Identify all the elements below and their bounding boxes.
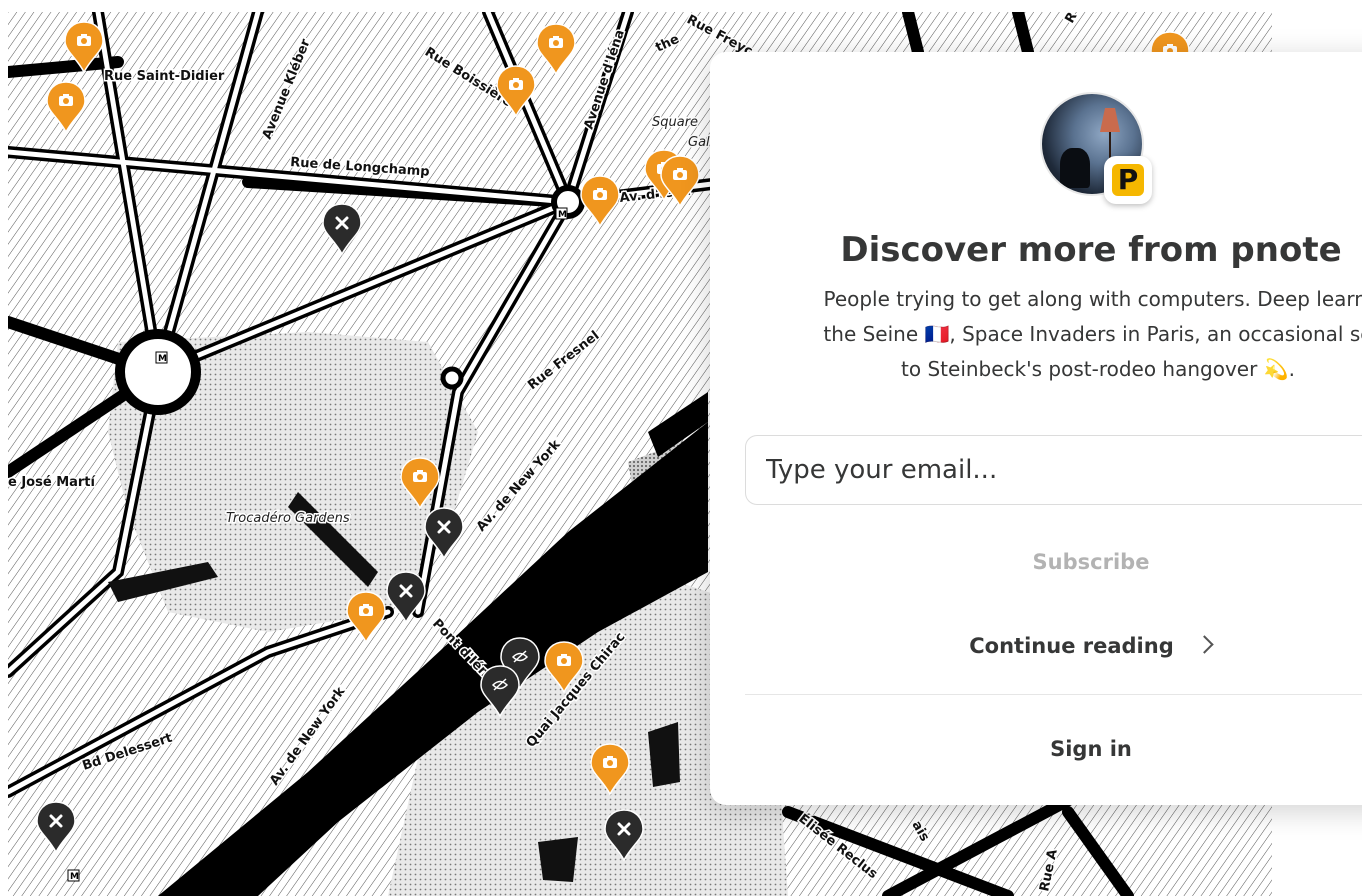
- metro-badge: M: [67, 869, 80, 882]
- description-line: the Seine 🇫🇷, Space Invaders in Paris, a…: [823, 322, 1362, 346]
- pond-shape: [648, 722, 680, 787]
- street-label: Rue Saint-Didier: [104, 69, 225, 84]
- street-label: e José Martí: [8, 475, 97, 490]
- description-line: to Steinbeck's post-rodeo hangover 💫.: [901, 357, 1295, 381]
- divider: [745, 694, 1362, 695]
- publication-logo: P: [1040, 92, 1152, 204]
- sign-in-button[interactable]: Sign in: [970, 727, 1212, 771]
- svg-text:M: M: [70, 872, 79, 882]
- pond-shape-2: [538, 837, 578, 882]
- subscribe-modal: P Discover more from pnote People trying…: [710, 52, 1362, 805]
- street-label: Gal: [688, 135, 710, 150]
- continue-reading-button[interactable]: Continue reading: [930, 624, 1250, 668]
- svg-text:M: M: [158, 354, 167, 364]
- subscribe-button[interactable]: Subscribe: [970, 540, 1212, 584]
- publication-badge: P: [1104, 156, 1152, 204]
- continue-reading-label: Continue reading: [969, 634, 1174, 658]
- small-roundabout: [440, 366, 464, 390]
- metro-badge: M: [155, 351, 168, 364]
- place-label: Trocadéro Gardens: [226, 511, 350, 526]
- street-label: Square: [652, 115, 698, 130]
- publication-description: People trying to get along with computer…: [746, 282, 1362, 387]
- email-field[interactable]: [745, 435, 1362, 505]
- description-line: People trying to get along with computer…: [823, 287, 1362, 311]
- trocadero-roundabout: [115, 329, 201, 415]
- publication-badge-letter: P: [1112, 164, 1144, 196]
- metro-badge: M: [555, 207, 568, 220]
- svg-text:M: M: [558, 210, 567, 220]
- modal-title: Discover more from pnote: [840, 230, 1342, 270]
- chevron-right-icon: [1195, 635, 1214, 654]
